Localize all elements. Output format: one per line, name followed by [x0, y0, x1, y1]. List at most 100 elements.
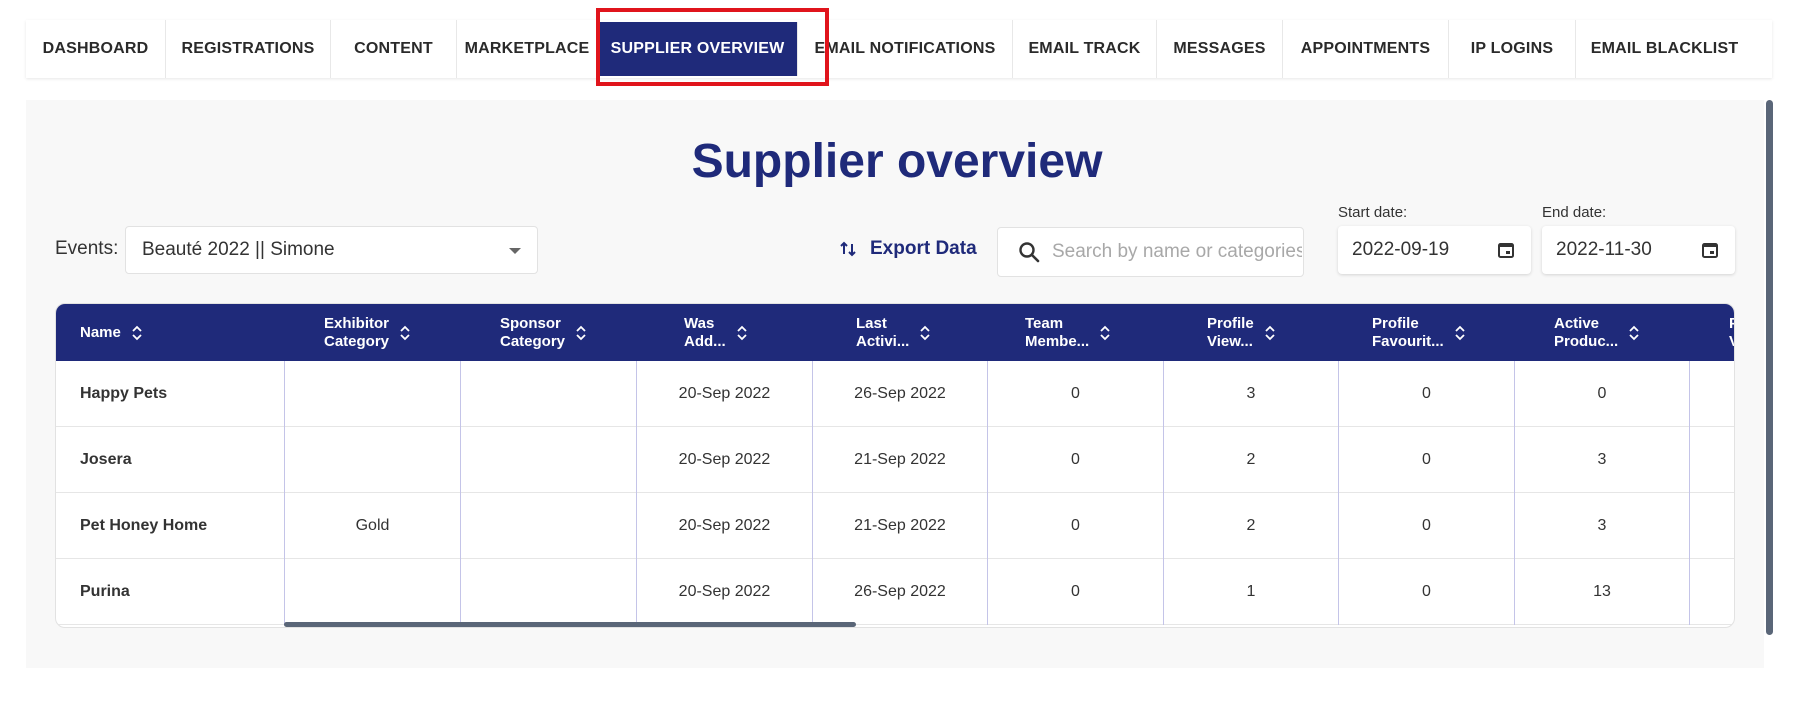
cell-profile-favourites: 0: [1338, 559, 1514, 625]
cell-profile-views: 3: [1163, 361, 1338, 427]
column-header-was-added[interactable]: Was Add...: [636, 304, 812, 361]
cell-last-activity: 21-Sep 2022: [812, 493, 987, 559]
column-header-sponsor-category[interactable]: Sponsor Category: [460, 304, 636, 361]
cell-profile-favourites: 0: [1338, 493, 1514, 559]
end-date-input[interactable]: 2022-11-30: [1542, 226, 1735, 274]
column-header-exhibitor-category[interactable]: Exhibitor Category: [284, 304, 460, 361]
cell-active-products: 3: [1514, 427, 1689, 493]
table-row[interactable]: Purina 20-Sep 2022 26-Sep 2022 0 1 0 13: [56, 559, 1734, 625]
cell-more: [1689, 427, 1734, 493]
cell-more: [1689, 493, 1734, 559]
start-date-label: Start date:: [1338, 204, 1408, 221]
export-data-button[interactable]: Export Data: [838, 238, 977, 260]
sort-icon[interactable]: [399, 324, 411, 342]
cell-profile-views: 2: [1163, 493, 1338, 559]
supplier-table: Name Exhibitor Category Sponsor Category Wa…: [55, 303, 1735, 628]
cell-team-members: 0: [987, 493, 1163, 559]
export-data-label: Export Data: [870, 238, 977, 259]
cell-was-added: 20-Sep 2022: [636, 427, 812, 493]
sort-icon[interactable]: [575, 324, 587, 342]
column-header-profile-views[interactable]: Profile View...: [1163, 304, 1338, 361]
column-header-label: Profile Favourit...: [1372, 314, 1444, 350]
cell-team-members: 0: [987, 361, 1163, 427]
table-header: Name Exhibitor Category Sponsor Category Wa…: [56, 304, 1734, 361]
cell-active-products: 13: [1514, 559, 1689, 625]
events-select-value: Beauté 2022 || Simone: [142, 239, 335, 260]
cell-profile-views: 1: [1163, 559, 1338, 625]
column-header-label: Was Add...: [684, 314, 726, 350]
cell-sponsor-category: [460, 427, 636, 493]
column-header-label: Team Membe...: [1025, 314, 1090, 350]
nav-tab-dashboard[interactable]: DASHBOARD: [26, 20, 166, 78]
top-nav: DASHBOARD REGISTRATIONS CONTENT MARKETPLACE…: [26, 20, 1772, 78]
cell-name: Pet Honey Home: [80, 517, 208, 534]
search-input[interactable]: [1052, 241, 1302, 263]
column-header-label: Last Activi...: [856, 314, 910, 350]
nav-tab-content[interactable]: CONTENT: [331, 20, 457, 78]
column-header-label: Exhibitor Category: [324, 314, 390, 350]
cell-name: Purina: [80, 583, 130, 600]
sort-icon[interactable]: [1264, 324, 1276, 342]
start-date-input[interactable]: 2022-09-19: [1338, 226, 1531, 274]
sort-icon[interactable]: [1099, 324, 1111, 342]
cell-was-added: 20-Sep 2022: [636, 361, 812, 427]
column-header-name[interactable]: Name: [56, 304, 284, 361]
column-header-label: Active Produc...: [1554, 314, 1619, 350]
table-row[interactable]: Happy Pets 20-Sep 2022 26-Sep 2022 0 3 0 0: [56, 361, 1734, 427]
sort-icon[interactable]: [131, 324, 143, 342]
sort-icon[interactable]: [919, 324, 931, 342]
cell-exhibitor-category: [284, 559, 460, 625]
events-select[interactable]: Beauté 2022 || Simone: [125, 226, 538, 274]
cell-profile-favourites: 0: [1338, 361, 1514, 427]
column-header-team-members[interactable]: Team Membe...: [987, 304, 1163, 361]
column-header-last-activity[interactable]: Last Activi...: [812, 304, 987, 361]
sort-icon[interactable]: [736, 324, 748, 342]
search-box[interactable]: [997, 227, 1304, 277]
cell-sponsor-category: [460, 361, 636, 427]
column-header-label: Sponsor Category: [500, 314, 566, 350]
nav-tab-email-track[interactable]: EMAIL TRACK: [1013, 20, 1157, 78]
horizontal-scrollbar[interactable]: [284, 622, 856, 627]
cell-exhibitor-category: Gold: [284, 493, 460, 559]
cell-profile-views: 2: [1163, 427, 1338, 493]
calendar-icon[interactable]: [1497, 241, 1515, 259]
sort-icon[interactable]: [1454, 324, 1466, 342]
nav-tab-email-blacklist[interactable]: EMAIL BLACKLIST: [1576, 20, 1753, 78]
cell-exhibitor-category: [284, 427, 460, 493]
end-date-label: End date:: [1542, 204, 1607, 221]
cell-profile-favourites: 0: [1338, 427, 1514, 493]
nav-tab-supplier-overview[interactable]: SUPPLIER OVERVIEW: [598, 22, 798, 76]
nav-tab-marketplace[interactable]: MARKETPLACE: [457, 20, 598, 78]
nav-tab-registrations[interactable]: REGISTRATIONS: [166, 20, 331, 78]
nav-tab-appointments[interactable]: APPOINTMENTS: [1283, 20, 1449, 78]
cell-last-activity: 21-Sep 2022: [812, 427, 987, 493]
sort-icon[interactable]: [1628, 324, 1640, 342]
cell-name: Josera: [80, 451, 132, 468]
events-label: Events:: [55, 238, 119, 259]
nav-tab-ip-logins[interactable]: IP LOGINS: [1449, 20, 1576, 78]
cell-more: [1689, 559, 1734, 625]
cell-team-members: 0: [987, 427, 1163, 493]
cell-name: Happy Pets: [80, 385, 168, 402]
column-header-label: Profile View...: [1207, 314, 1254, 350]
table-row[interactable]: Pet Honey Home Gold 20-Sep 2022 21-Sep 2022…: [56, 493, 1734, 559]
cell-more: [1689, 361, 1734, 427]
table-row[interactable]: Josera 20-Sep 2022 21-Sep 2022 0 2 0 3: [56, 427, 1734, 493]
cell-sponsor-category: [460, 559, 636, 625]
cell-exhibitor-category: [284, 361, 460, 427]
column-header-profile-favourites[interactable]: Profile Favourit...: [1338, 304, 1514, 361]
calendar-icon[interactable]: [1701, 241, 1719, 259]
nav-tab-email-notifications[interactable]: EMAIL NOTIFICATIONS: [798, 20, 1013, 78]
start-date-value: 2022-09-19: [1352, 239, 1450, 260]
column-header-more[interactable]: P V: [1689, 304, 1734, 361]
column-header-label: P V: [1729, 315, 1734, 351]
caret-down-icon: [509, 248, 521, 254]
cell-sponsor-category: [460, 493, 636, 559]
nav-tab-messages[interactable]: MESSAGES: [1157, 20, 1283, 78]
cell-active-products: 3: [1514, 493, 1689, 559]
column-header-active-products[interactable]: Active Produc...: [1514, 304, 1689, 361]
end-date-value: 2022-11-30: [1556, 239, 1652, 260]
cell-team-members: 0: [987, 559, 1163, 625]
page-title: Supplier overview: [691, 135, 1103, 188]
cell-was-added: 20-Sep 2022: [636, 559, 812, 625]
